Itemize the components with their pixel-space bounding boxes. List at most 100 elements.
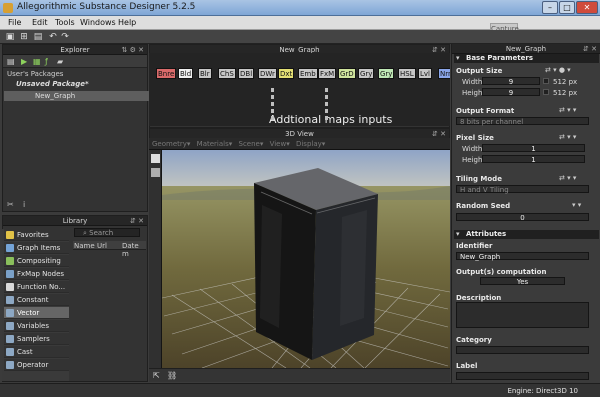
graph-chip[interactable]: DBl — [238, 68, 255, 79]
scene-menu[interactable]: Scene — [239, 140, 260, 148]
geometry-menu[interactable]: Geometry — [152, 140, 187, 148]
cut-icon[interactable]: ✂ — [7, 200, 14, 209]
cast-icon — [6, 348, 14, 356]
output-size-controls[interactable]: ⇄ ▾ ● ▾ — [545, 66, 571, 74]
random-seed-field[interactable]: 0 — [456, 213, 589, 222]
library-options-icon[interactable]: ⇵ ✕ — [130, 216, 144, 226]
play-icon[interactable]: ▶ — [21, 57, 30, 66]
graph-icon[interactable]: ▦ — [33, 57, 42, 66]
scene-arrow[interactable]: ▾ — [260, 140, 264, 148]
minimize-button[interactable]: – — [542, 1, 558, 14]
graph-chip[interactable]: ChS — [218, 68, 236, 79]
menu-file[interactable]: File — [8, 18, 21, 27]
graph-chip[interactable]: Dxt — [278, 68, 295, 79]
display-menu[interactable]: Display — [296, 140, 322, 148]
menu-edit[interactable]: Edit — [32, 18, 48, 27]
label-field[interactable] — [456, 372, 589, 380]
library-search[interactable]: ⌕ Search — [74, 228, 140, 237]
graph-chip[interactable]: Bnre — [156, 68, 177, 79]
new-icon[interactable]: ▣ — [5, 32, 15, 42]
pixel-size-controls[interactable]: ⇄ ▾ ▾ — [559, 133, 576, 141]
output-format-select[interactable]: 8 bits per channel — [456, 117, 589, 126]
select-tool-icon[interactable] — [151, 154, 160, 163]
graph-chip[interactable]: DWr — [258, 68, 277, 79]
menu-help[interactable]: Help — [118, 18, 136, 27]
library-item[interactable]: Constant — [4, 294, 69, 306]
category-field[interactable] — [456, 346, 589, 354]
view-menu[interactable]: View — [270, 140, 287, 148]
pixel-width-field[interactable]: 1 — [482, 144, 585, 153]
operator-icon — [6, 361, 14, 369]
close-button[interactable]: ✕ — [576, 1, 598, 14]
output-width-field[interactable]: 9 — [482, 77, 540, 86]
attributes-header[interactable]: Attributes — [454, 230, 599, 239]
maximize-button[interactable]: □ — [559, 1, 575, 14]
base-parameters-header[interactable]: Base Parameters — [454, 54, 599, 63]
graph-chip[interactable]: Emb — [298, 68, 318, 79]
output-format-controls[interactable]: ⇄ ▾ ▾ — [559, 106, 576, 114]
view3d-panel: Geometry▾ Materials▾ Scene▾ View▾ Displa… — [149, 138, 450, 368]
column-url[interactable]: Url — [97, 242, 107, 250]
graph-chip[interactable]: Bld — [178, 68, 194, 79]
package-row[interactable]: Unsaved Package* — [4, 79, 150, 89]
graph-area[interactable]: Addtional maps inputs Bnre Bld Blr ChS DBl DW… — [149, 53, 450, 126]
outputs-computation-select[interactable]: Yes — [480, 277, 565, 286]
column-date[interactable]: Date m — [122, 242, 146, 258]
graph-chip[interactable]: Gry — [378, 68, 395, 79]
app-window: Allegorithmic Substance Designer 5.2.5 –… — [0, 0, 600, 397]
panel-options-icon[interactable]: ⇅ ⚙ ✕ — [122, 45, 144, 55]
library-item[interactable]: Function No... — [4, 281, 69, 293]
library-item[interactable]: FxMap Nodes — [4, 268, 69, 280]
function-icon[interactable]: ƒ — [45, 57, 54, 66]
geometry-arrow[interactable]: ▾ — [187, 140, 191, 148]
random-seed-controls[interactable]: ▾ ▾ — [572, 201, 581, 209]
redo-icon[interactable]: ↷ — [60, 32, 70, 42]
library-item[interactable]: Graph Items — [4, 242, 69, 254]
undo-icon[interactable]: ↶ — [48, 32, 58, 42]
column-name[interactable]: Name — [74, 242, 95, 250]
menu-tools[interactable]: Tools — [55, 18, 75, 27]
library-item[interactable]: Vector — [4, 307, 69, 319]
open-icon[interactable]: ⊞ — [19, 32, 29, 42]
graph-chip[interactable]: HSL — [398, 68, 416, 79]
link-icon[interactable]: ⛓ — [167, 371, 177, 380]
output-height-field[interactable]: 9 — [482, 88, 540, 97]
attributes-collapse-icon[interactable]: ▾ — [456, 230, 460, 238]
library-item[interactable]: Samplers — [4, 333, 69, 345]
materials-arrow[interactable]: ▾ — [229, 140, 233, 148]
collapse-icon[interactable]: ▾ — [456, 54, 460, 62]
window-title: Allegorithmic Substance Designer 5.2.5 — [17, 2, 196, 12]
3d-render-preview[interactable] — [162, 150, 450, 368]
library-item[interactable]: Favorites — [4, 229, 69, 241]
library-item[interactable]: Compositing ... — [4, 255, 69, 277]
graph-chip[interactable]: Lvl — [418, 68, 432, 79]
info-icon[interactable]: i — [23, 200, 25, 209]
description-field[interactable] — [456, 302, 589, 328]
tiling-mode-select[interactable]: H and V Tiling — [456, 185, 589, 194]
graph-label: New_Graph — [35, 92, 76, 100]
save-icon[interactable]: ▤ — [33, 32, 43, 42]
graph-row[interactable]: New_Graph — [4, 91, 150, 101]
tiling-mode-controls[interactable]: ⇄ ▾ ▾ — [559, 174, 576, 182]
view-arrow[interactable]: ▾ — [286, 140, 290, 148]
axis-icon[interactable]: ⇱ — [153, 371, 160, 380]
library-item[interactable]: Cast — [4, 346, 69, 358]
graph-chip[interactable]: FxM — [318, 68, 337, 79]
new-package-icon[interactable]: ▤ — [7, 57, 16, 66]
pixel-height-field[interactable]: 1 — [482, 155, 585, 164]
graph-chip[interactable]: Nrm — [438, 68, 450, 79]
library-item[interactable]: Variables — [4, 320, 69, 332]
graph-chip[interactable]: GrD — [338, 68, 356, 79]
output-format-label: Output Format — [456, 107, 515, 115]
folder-icon[interactable]: ▰ — [57, 57, 66, 66]
properties-options-icon[interactable]: ⇵ ✕ — [583, 44, 597, 54]
library-item[interactable]: Operator — [4, 359, 69, 371]
camera-tool-icon[interactable] — [151, 168, 160, 177]
identifier-field[interactable]: New_Graph — [456, 252, 589, 261]
graph-chip[interactable]: Gry — [358, 68, 375, 79]
graph-connector-mark — [325, 116, 328, 120]
display-arrow[interactable]: ▾ — [322, 140, 326, 148]
menu-windows[interactable]: Windows — [80, 18, 116, 27]
materials-menu[interactable]: Materials — [197, 140, 229, 148]
graph-chip[interactable]: Blr — [198, 68, 212, 79]
